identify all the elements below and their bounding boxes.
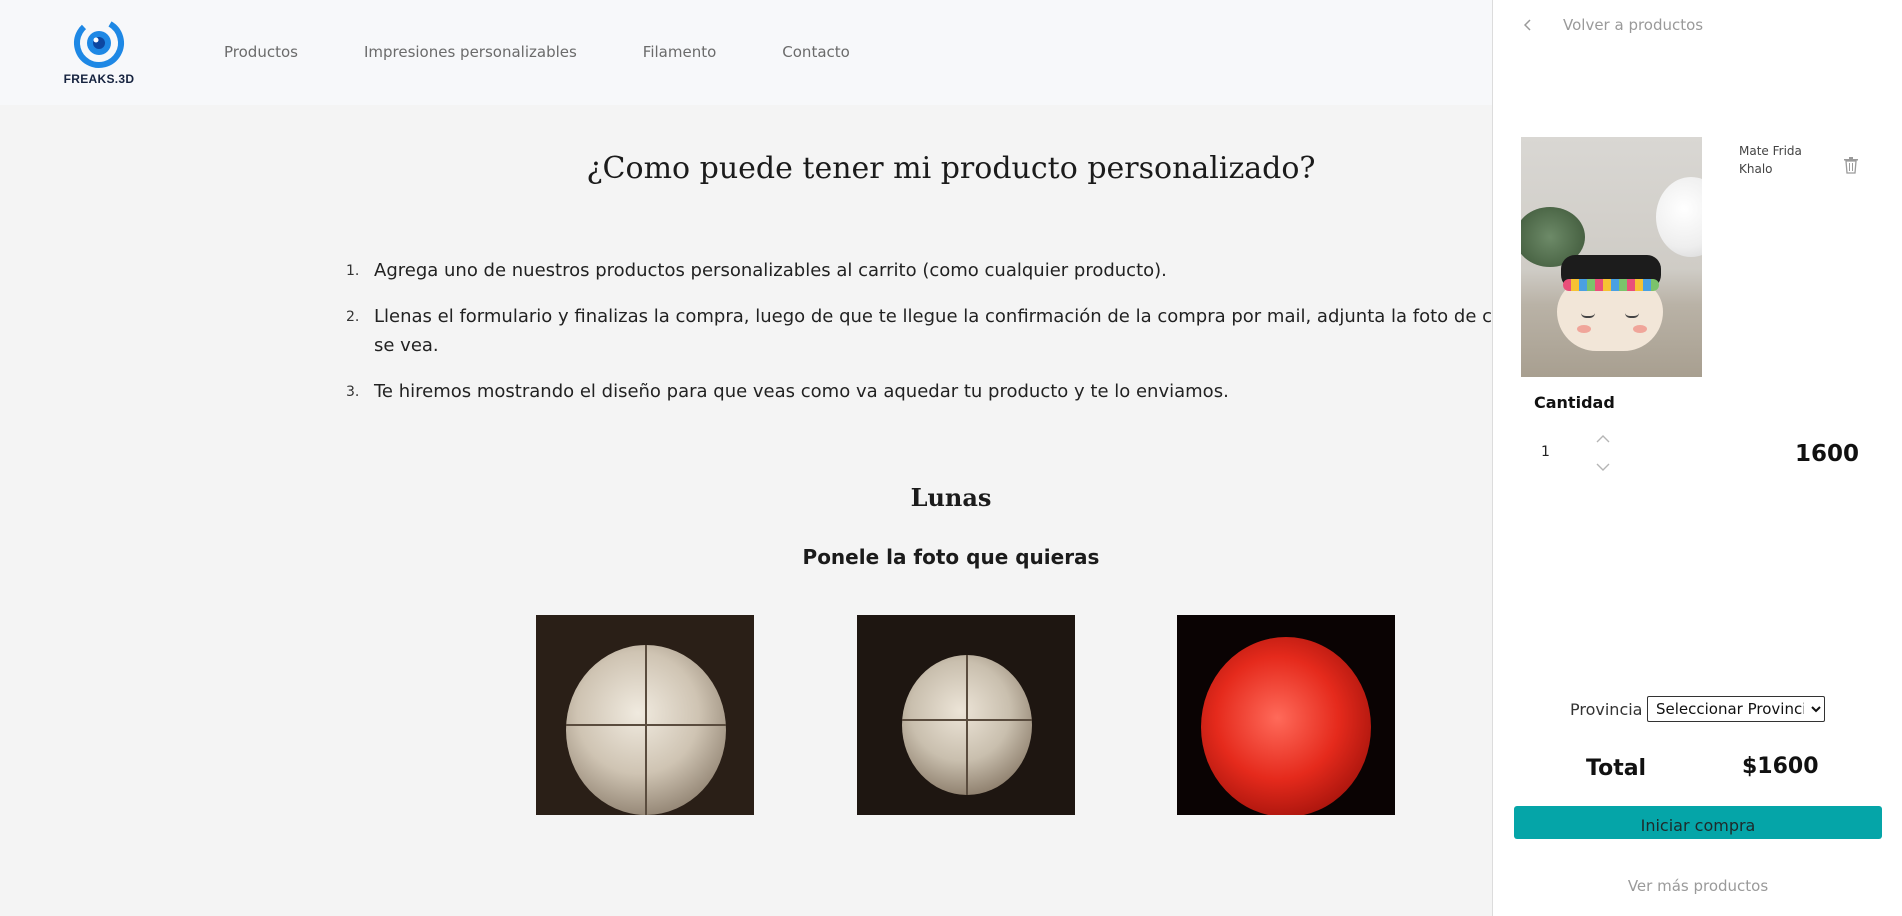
total-label: Total (1586, 756, 1647, 781)
step-number: 2. (346, 309, 360, 325)
brand-logo[interactable]: FREAKS.3D (60, 16, 138, 86)
see-more-products-link[interactable]: Ver más productos (1493, 877, 1902, 895)
pot-cheek (1633, 325, 1647, 333)
nav-filamento[interactable]: Filamento (643, 43, 716, 61)
back-label: Volver a productos (1563, 16, 1704, 34)
cart-item-name: Mate Frida Khalo (1739, 144, 1802, 176)
main-nav: Productos Impresiones personalizables Fi… (224, 43, 850, 61)
photo-collage-lines (566, 645, 726, 815)
brand-name: FREAKS.3D (63, 72, 135, 86)
steps-list: 1. Agrega uno de nuestros productos perso… (346, 256, 1492, 423)
cart-product-image (1521, 137, 1702, 377)
step-item: 1. Agrega uno de nuestros productos perso… (346, 256, 1492, 285)
pot-cheek (1577, 325, 1591, 333)
nav-productos[interactable]: Productos (224, 43, 298, 61)
photo-collage-lines (902, 655, 1032, 795)
chevron-down-icon[interactable] (1593, 460, 1613, 474)
back-to-products-link[interactable]: Volver a productos (1521, 16, 1703, 34)
moon-lamp-photo[interactable] (536, 615, 754, 815)
logo-mark-icon (74, 17, 124, 68)
step-item: 2. Llenas el formulario y finalizas la co… (346, 302, 1492, 360)
province-label: Provincia (1570, 700, 1643, 719)
step-text: Agrega uno de nuestros productos persona… (374, 260, 1167, 281)
quantity-value[interactable]: 1 (1541, 444, 1550, 460)
step-number: 1. (346, 263, 360, 279)
step-text: Te hiremos mostrando el diseño para que … (374, 381, 1229, 402)
step-item: 3. Te hiremos mostrando el diseño para qu… (346, 377, 1492, 406)
chevron-up-icon[interactable] (1593, 432, 1613, 446)
section-title: Lunas (910, 483, 992, 512)
total-value: $1600 (1742, 754, 1819, 779)
step-text: Llenas el formulario y finalizas la comp… (374, 306, 1492, 356)
chevron-left-icon (1523, 19, 1531, 31)
page-title: ¿Como puede tener mi producto personaliz… (586, 151, 1316, 186)
quantity-label: Cantidad (1534, 393, 1615, 412)
lamp-decoration (1656, 177, 1702, 257)
cart-panel: Volver a productos Mate Frida Khalo Cant… (1492, 0, 1902, 916)
nav-impresiones-personalizables[interactable]: Impresiones personalizables (364, 43, 577, 61)
step-number: 3. (346, 384, 360, 400)
province-select[interactable]: Seleccionar Provincia (1647, 696, 1825, 722)
moon-lamp-photo[interactable] (857, 615, 1075, 815)
cart-item-price: 1600 (1794, 441, 1859, 467)
trash-icon[interactable] (1843, 156, 1859, 174)
start-purchase-button[interactable]: Iniciar compra (1514, 806, 1882, 839)
moon-lamp-globe (1201, 637, 1371, 815)
section-subtitle: Ponele la foto que quieras (802, 545, 1100, 569)
moon-lamp-photo[interactable] (1177, 615, 1395, 815)
nav-contacto[interactable]: Contacto (782, 43, 850, 61)
pot-flowers (1563, 279, 1659, 291)
